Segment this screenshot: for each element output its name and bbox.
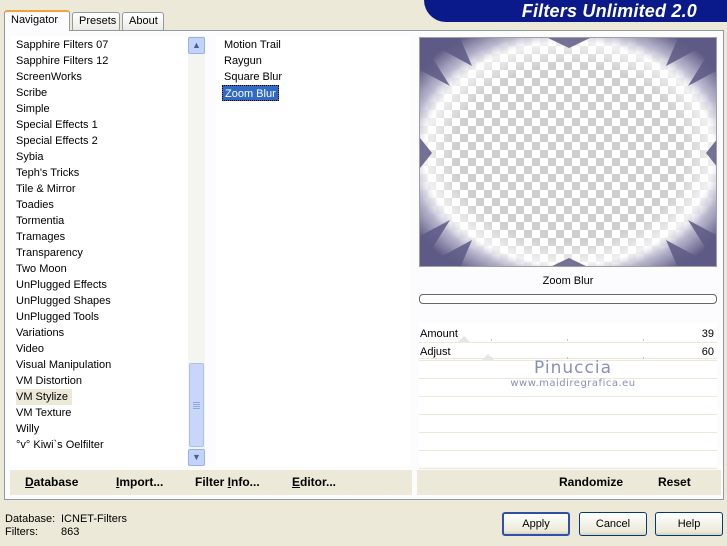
category-item[interactable]: Scribe (16, 85, 47, 101)
category-item[interactable]: VM Distortion (16, 373, 82, 389)
category-item[interactable]: VM Texture (16, 405, 71, 421)
category-item[interactable]: VM Stylize (16, 389, 72, 405)
category-item[interactable]: °v° Kiwi`s Oelfilter (16, 437, 104, 453)
category-item[interactable]: Tile & Mirror (16, 181, 75, 197)
preview-image (419, 37, 717, 267)
category-list[interactable]: Sapphire Filters 07 Sapphire Filters 12 Sc… (10, 36, 205, 466)
empty-param-row (419, 415, 717, 433)
left-toolbar: Database Import... Filter Info... Editor… (10, 470, 412, 495)
category-item[interactable]: Simple (16, 101, 50, 117)
editor-button[interactable]: Editor... (292, 475, 336, 489)
category-item[interactable]: ScreenWorks (16, 69, 82, 85)
param-value: 39 (701, 328, 714, 340)
database-label: Database: (5, 513, 56, 525)
scroll-down-button[interactable]: ▼ (188, 449, 205, 466)
parameter-panel: Amount 39 Adjust 60 (419, 323, 717, 469)
param-label: Adjust (420, 346, 451, 358)
filter-item[interactable]: Square Blur (222, 69, 284, 85)
filters-value: 863 (61, 526, 80, 538)
current-filter-name: Zoom Blur (542, 275, 594, 287)
help-button[interactable]: Help (655, 512, 723, 536)
tab-presets[interactable]: Presets (72, 12, 120, 30)
category-item[interactable]: Video (16, 341, 44, 357)
param-label: Amount (420, 328, 458, 340)
category-item[interactable]: Toadies (16, 197, 54, 213)
tab-about[interactable]: About (122, 12, 164, 30)
category-item[interactable]: Willy (16, 421, 39, 437)
category-item[interactable]: Special Effects 2 (16, 133, 98, 149)
param-row-amount[interactable]: Amount 39 (419, 325, 717, 343)
watermark: Pinuccia www.maidiregrafica.eu (498, 358, 648, 389)
empty-param-row (419, 451, 717, 469)
category-item[interactable]: Sapphire Filters 07 (16, 37, 108, 53)
slider-pointer[interactable] (482, 354, 494, 360)
category-item[interactable]: UnPlugged Shapes (16, 293, 111, 309)
empty-param-row (419, 433, 717, 451)
filter-item[interactable]: Raygun (222, 53, 264, 69)
database-button[interactable]: Database (25, 475, 78, 489)
scroll-up-button[interactable]: ▲ (188, 37, 205, 54)
category-item[interactable]: Tramages (16, 229, 65, 245)
watermark-url: www.maidiregrafica.eu (510, 378, 636, 389)
category-scrollbar[interactable]: ▲ ▼ (188, 36, 205, 466)
category-item[interactable]: Tormentia (16, 213, 64, 229)
cancel-button[interactable]: Cancel (579, 512, 647, 536)
category-item[interactable]: Variations (16, 325, 64, 341)
filter-list[interactable]: Motion Trail Raygun Square Blur Zoom Blur (216, 36, 411, 466)
empty-param-row (419, 397, 717, 415)
category-item[interactable]: Visual Manipulation (16, 357, 111, 373)
category-item[interactable]: Special Effects 1 (16, 117, 98, 133)
database-value: ICNET-Filters (61, 513, 127, 525)
category-item[interactable]: Sapphire Filters 12 (16, 53, 108, 69)
import-button[interactable]: Import... (116, 475, 163, 489)
category-item[interactable]: UnPlugged Tools (16, 309, 99, 325)
filter-item[interactable]: Motion Trail (222, 37, 283, 53)
app-title: Filters Unlimited 2.0 (521, 1, 697, 21)
category-item[interactable]: Transparency (16, 245, 83, 261)
category-item[interactable]: Two Moon (16, 261, 67, 277)
tab-navigator[interactable]: Navigator (4, 10, 70, 31)
filter-info-button[interactable]: Filter Info... (195, 475, 260, 489)
status-filters: Filters: 863 (5, 526, 79, 538)
scroll-thumb[interactable] (189, 363, 204, 447)
watermark-name: Pinuccia (534, 358, 612, 378)
param-value: 60 (701, 346, 714, 358)
zoom-blur-preview-graphic (420, 38, 716, 266)
progress-bar (419, 294, 717, 304)
category-item[interactable]: UnPlugged Effects (16, 277, 107, 293)
filter-item[interactable]: Zoom Blur (222, 85, 279, 101)
right-toolbar: Randomize Reset (417, 470, 721, 495)
reset-button[interactable]: Reset (658, 475, 691, 489)
category-item[interactable]: Sybia (16, 149, 44, 165)
title-banner: Filters Unlimited 2.0 (424, 0, 727, 22)
apply-button[interactable]: Apply (502, 512, 570, 536)
status-database: Database: ICNET-Filters (5, 513, 127, 525)
filters-label: Filters: (5, 526, 38, 538)
slider-pointer[interactable] (458, 336, 470, 342)
category-item[interactable]: Teph's Tricks (16, 165, 79, 181)
randomize-button[interactable]: Randomize (559, 475, 623, 489)
